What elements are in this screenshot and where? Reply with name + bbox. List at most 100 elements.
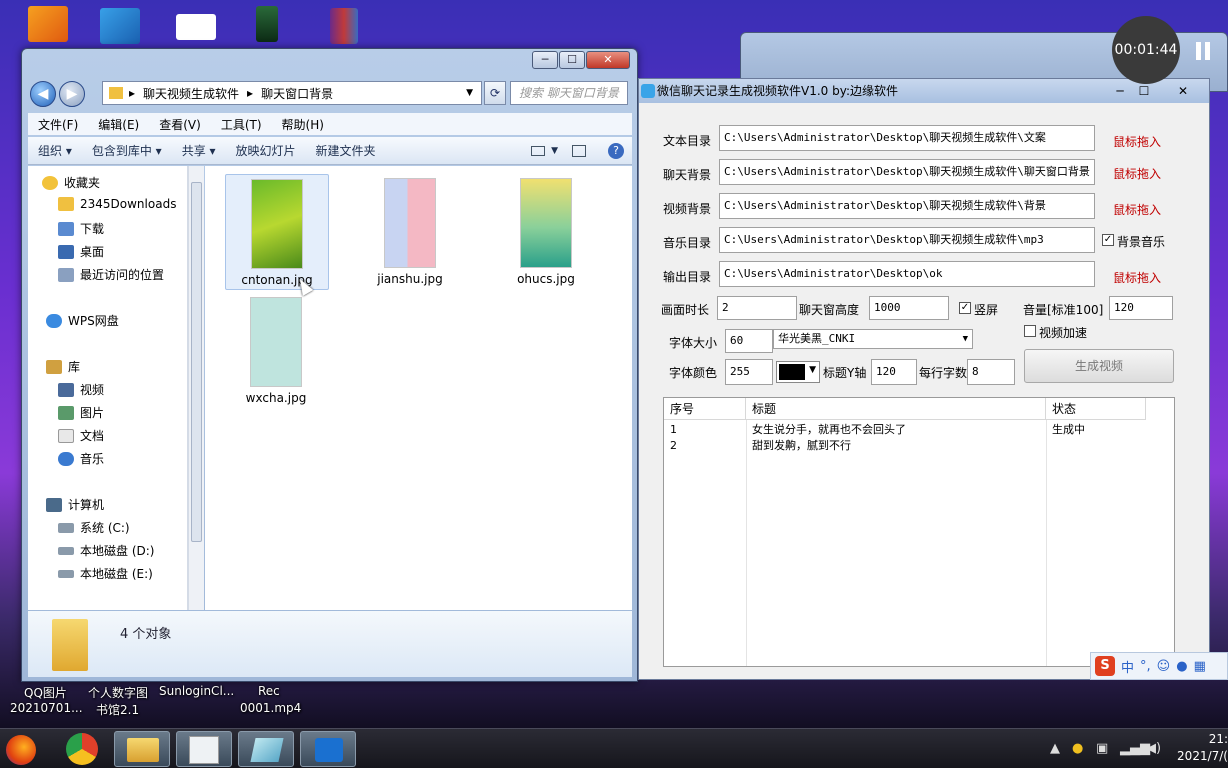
nav-computer[interactable]: 计算机: [46, 496, 104, 513]
notepad-taskbar-button[interactable]: [238, 731, 294, 767]
nav-item[interactable]: 本地磁盘 (E:): [58, 565, 153, 582]
desktop-shortcut-icon[interactable]: [100, 8, 140, 44]
music-dir-input[interactable]: C:\Users\Administrator\Desktop\聊天视频生成软件\…: [719, 227, 1095, 253]
share-button[interactable]: 共享 ▾: [172, 142, 226, 159]
microphone-icon[interactable]: ●: [1176, 659, 1187, 674]
nav-item[interactable]: 音乐: [58, 450, 104, 467]
scroll-thumb[interactable]: [191, 182, 202, 542]
menu-item[interactable]: 查看(V): [149, 116, 211, 133]
explorer-taskbar-button[interactable]: [114, 731, 170, 767]
menu-item[interactable]: 文件(F): [28, 116, 88, 133]
include-in-library-button[interactable]: 包含到库中 ▾: [82, 142, 172, 159]
desktop-label[interactable]: Rec: [258, 684, 280, 698]
font-color-input[interactable]: 255: [725, 359, 773, 385]
nav-item[interactable]: 系统 (C:): [58, 519, 130, 536]
tray-expand-icon[interactable]: ▲: [1050, 741, 1060, 756]
help-icon[interactable]: ?: [608, 142, 624, 159]
desktop-label[interactable]: 书馆2.1: [96, 701, 139, 718]
chat-bg-input[interactable]: C:\Users\Administrator\Desktop\聊天视频生成软件\…: [719, 159, 1095, 185]
per-line-input[interactable]: 8: [967, 359, 1015, 385]
portrait-checkbox[interactable]: ✓: [959, 302, 971, 314]
color-picker[interactable]: ▼: [776, 361, 820, 383]
emoji-icon[interactable]: ☺: [1157, 659, 1171, 674]
nav-favorites[interactable]: 收藏夹: [42, 174, 100, 191]
column-header[interactable]: 状态: [1046, 398, 1146, 420]
punctuation-icon[interactable]: °,: [1140, 659, 1151, 674]
font-size-input[interactable]: 60: [725, 329, 773, 353]
file-item[interactable]: ohucs.jpg: [495, 174, 599, 290]
breadcrumb-item[interactable]: 聊天视频生成软件: [143, 85, 239, 102]
nav-item[interactable]: 视频: [58, 381, 104, 398]
desktop-label[interactable]: SunloginCl...: [159, 684, 234, 698]
file-item[interactable]: cntonan.jpg: [225, 174, 329, 290]
volume-icon[interactable]: ◀): [1146, 741, 1161, 756]
app-taskbar-button[interactable]: [176, 731, 232, 767]
menu-item[interactable]: 工具(T): [211, 116, 272, 133]
desktop-label[interactable]: 个人数字图: [88, 684, 148, 701]
bg-music-checkbox[interactable]: ✓: [1102, 234, 1114, 246]
pause-icon[interactable]: [1196, 42, 1212, 60]
chrome-taskbar-button[interactable]: [54, 731, 110, 767]
speed-checkbox[interactable]: [1024, 325, 1036, 337]
view-icon[interactable]: [531, 145, 546, 156]
video-bg-input[interactable]: C:\Users\Administrator\Desktop\聊天视频生成软件\…: [719, 193, 1095, 219]
chevron-down-icon[interactable]: ▼: [963, 330, 968, 348]
chevron-down-icon[interactable]: ▼: [466, 88, 473, 98]
ime-toolbar[interactable]: S 中 °, ☺ ● ▦: [1090, 652, 1228, 680]
menu-item[interactable]: 帮助(H): [272, 116, 334, 133]
app-window[interactable]: 微信聊天记录生成视频软件V1.0 by:边缘软件 ─ ☐ ✕ 文本目录 C:\U…: [638, 78, 1210, 680]
menu-item[interactable]: 编辑(E): [88, 116, 149, 133]
recorder-taskbar-button[interactable]: [300, 731, 356, 767]
font-select[interactable]: 华光美黑_CNKI ▼: [773, 329, 973, 349]
forward-icon[interactable]: ▶: [59, 81, 85, 107]
nav-item[interactable]: 图片: [58, 404, 104, 421]
title-y-input[interactable]: 120: [871, 359, 917, 385]
file-item[interactable]: jianshu.jpg: [359, 174, 463, 290]
generate-video-button[interactable]: 生成视频: [1024, 349, 1174, 383]
recording-timer[interactable]: 00:01:44: [1112, 16, 1180, 84]
address-bar[interactable]: ▸ 聊天视频生成软件 ▸ 聊天窗口背景 ▼: [102, 81, 482, 105]
qq-icon[interactable]: ●: [1072, 741, 1083, 756]
desktop-shortcut-icon[interactable]: [176, 14, 216, 40]
explorer-window[interactable]: ─ ☐ ✕ ◀ ▶ ▸ 聊天视频生成软件 ▸ 聊天窗口背景 ▼ ⟳ 搜索 聊天窗…: [21, 48, 638, 682]
column-header[interactable]: 序号: [664, 398, 746, 420]
chevron-down-icon[interactable]: ▼: [809, 365, 816, 375]
search-input[interactable]: 搜索 聊天窗口背景: [510, 81, 628, 105]
system-clock[interactable]: 21: 2021/7/(: [1168, 731, 1228, 765]
minimize-button[interactable]: ─: [532, 51, 558, 69]
nav-item[interactable]: 本地磁盘 (D:): [58, 542, 154, 559]
drag-in-link[interactable]: 鼠标拖入: [1113, 269, 1161, 286]
table-row[interactable]: 1 女生说分手，就再也不会回头了 生成中: [664, 422, 1174, 438]
device-icon[interactable]: ▣: [1096, 741, 1108, 756]
maximize-button[interactable]: ☐: [559, 51, 585, 69]
duration-input[interactable]: 2: [717, 296, 797, 320]
new-folder-button[interactable]: 新建文件夹: [306, 142, 386, 159]
back-icon[interactable]: ◀: [30, 81, 56, 107]
column-header[interactable]: 标题: [746, 398, 1046, 420]
nav-item[interactable]: 下载: [58, 220, 104, 237]
sogou-logo-icon[interactable]: S: [1095, 656, 1115, 676]
minimize-button[interactable]: ─: [1109, 79, 1131, 103]
breadcrumb-item[interactable]: 聊天窗口背景: [261, 85, 333, 102]
firefox-icon[interactable]: [6, 735, 36, 765]
nav-scrollbar[interactable]: [188, 166, 204, 610]
slideshow-button[interactable]: 放映幻灯片: [226, 142, 306, 159]
close-button[interactable]: ✕: [586, 51, 630, 69]
nav-wps[interactable]: WPS网盘: [46, 312, 119, 329]
keyboard-icon[interactable]: ▦: [1194, 659, 1206, 674]
organize-button[interactable]: 组织 ▾: [28, 142, 82, 159]
chevron-right-icon[interactable]: ▸: [129, 86, 135, 100]
volume-input[interactable]: 120: [1109, 296, 1173, 320]
preview-pane-icon[interactable]: [572, 144, 586, 157]
desktop-label[interactable]: 20210701...: [10, 701, 83, 715]
desktop-shortcut-icon[interactable]: [256, 6, 278, 42]
desktop-label[interactable]: QQ图片: [24, 684, 67, 701]
desktop-label[interactable]: 0001.mp4: [240, 701, 301, 715]
nav-item[interactable]: 文档: [58, 427, 104, 444]
drag-in-link[interactable]: 鼠标拖入: [1113, 165, 1161, 182]
file-item[interactable]: wxcha.jpg: [225, 293, 329, 409]
nav-library[interactable]: 库: [46, 358, 80, 375]
nav-item[interactable]: 2345Downloads: [58, 197, 176, 211]
desktop-shortcut-icon[interactable]: [28, 6, 68, 42]
ime-mode[interactable]: 中: [1121, 657, 1134, 676]
